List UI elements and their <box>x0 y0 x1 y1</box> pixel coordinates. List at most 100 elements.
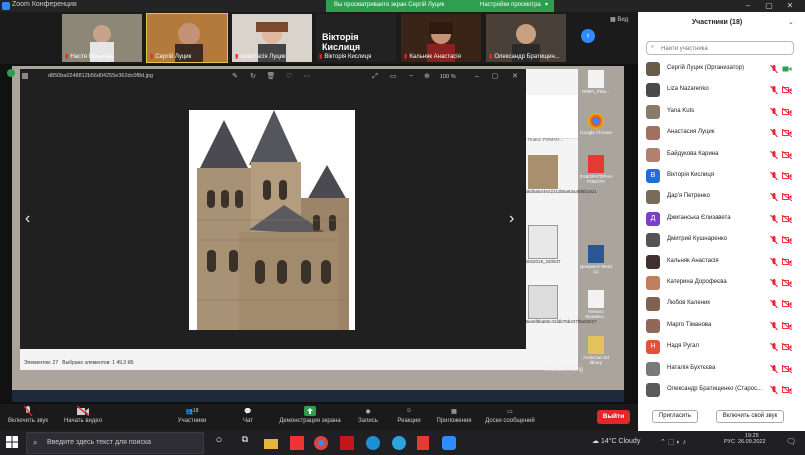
video-off-icon[interactable] <box>782 386 792 394</box>
mic-muted-icon[interactable] <box>770 235 778 245</box>
zoom-in-icon[interactable]: ⊕ <box>422 72 432 82</box>
fullscreen-icon[interactable]: ⤢ <box>370 72 380 82</box>
mic-muted-icon[interactable] <box>770 85 778 95</box>
video-off-icon[interactable] <box>782 343 792 352</box>
app-icon[interactable] <box>288 434 306 452</box>
video-off-icon[interactable] <box>782 214 792 223</box>
weather-widget[interactable]: ☁ 14°C Cloudy <box>592 437 640 445</box>
video-off-icon[interactable] <box>782 279 792 287</box>
acrobat-icon[interactable] <box>338 434 356 452</box>
notifications-icon[interactable]: 🗨 <box>786 437 796 446</box>
pdf-icon[interactable] <box>414 434 432 452</box>
unmute-button[interactable]: Включить звук <box>4 404 52 424</box>
video-off-icon[interactable] <box>782 86 792 95</box>
video-off-icon[interactable] <box>782 257 792 266</box>
zoom-app-icon[interactable] <box>440 434 458 452</box>
close-icon[interactable]: ✕ <box>780 0 800 12</box>
desktop-icon[interactable]: Документ Word (1) <box>578 245 614 274</box>
share-screen-button[interactable]: Демонстрация экрана <box>276 404 344 424</box>
participant-search-input[interactable] <box>661 43 781 54</box>
desktop-icon[interactable]: Начало Маковск... <box>578 290 614 319</box>
delete-icon[interactable]: 🗑 <box>266 72 276 82</box>
desktop-icon[interactable]: RMIFI_Files... <box>578 70 614 94</box>
video-thumbnail[interactable]: ▮ Настя Гуськова <box>62 14 142 62</box>
system-tray-icons[interactable]: ⌃ ⬚ ◐ ♪ <box>660 438 686 446</box>
apps-button[interactable]: ▦ Приложения <box>433 404 475 425</box>
video-off-icon[interactable] <box>782 107 792 116</box>
leave-button[interactable]: Выйти <box>597 410 630 424</box>
close-icon[interactable]: ✕ <box>510 72 520 82</box>
favorite-icon[interactable]: ♡ <box>284 72 294 82</box>
video-off-icon[interactable] <box>782 129 792 138</box>
zoom-out-icon[interactable]: − <box>406 72 416 82</box>
participant-row[interactable]: Yana Kuts <box>646 103 796 122</box>
desktop-icon[interactable]: ArchiCad old library <box>578 336 614 365</box>
windows-start-icon[interactable] <box>6 436 18 448</box>
widgets-icon[interactable]: ⧉ <box>236 434 254 452</box>
mic-muted-icon[interactable] <box>770 107 778 117</box>
slideshow-icon[interactable]: ▭ <box>388 72 398 82</box>
mic-muted-icon[interactable] <box>770 128 778 138</box>
video-thumbnail[interactable]: ▮ Кальняк Анастасія <box>401 14 481 62</box>
participant-row[interactable]: Сергій Луцик (Организатор) <box>646 60 796 79</box>
video-off-icon[interactable] <box>782 172 792 180</box>
participant-row[interactable]: Дар'я Петренко <box>646 188 796 207</box>
mic-muted-icon[interactable] <box>770 278 778 288</box>
taskbar-clock[interactable]: 19:25 26.09.2022 <box>738 433 766 445</box>
previous-photo-icon[interactable]: ‹ <box>25 210 30 228</box>
mic-muted-icon[interactable] <box>770 64 778 74</box>
view-options-button[interactable]: Настройки просмотра <box>480 2 541 8</box>
next-photo-icon[interactable]: › <box>509 210 514 228</box>
desktop-icon[interactable]: Google Chrome <box>578 113 614 135</box>
chat-button[interactable]: 💬 Чат <box>236 404 260 425</box>
minimize-icon[interactable]: – <box>472 72 482 82</box>
video-thumbnail-active[interactable]: ▮ Сергій Луцик <box>146 13 228 63</box>
explorer-search-input[interactable]: Поиск: РОМАН... <box>528 137 563 142</box>
video-off-icon[interactable] <box>782 300 792 309</box>
participant-row[interactable]: Н Надя Ругал <box>646 338 796 357</box>
file-item[interactable]: 0b63ba524e2221d55a63a48f6b1821 <box>523 155 597 194</box>
task-view-icon[interactable]: ○ <box>210 434 228 452</box>
edge-icon[interactable] <box>364 434 382 452</box>
mic-muted-icon[interactable] <box>770 364 778 374</box>
file-explorer-icon[interactable] <box>262 434 280 452</box>
chevron-down-icon[interactable]: ▾ <box>545 1 548 8</box>
mic-muted-icon[interactable] <box>770 321 778 331</box>
reactions-button[interactable]: ☺ Реакции <box>394 404 424 424</box>
mic-muted-icon[interactable] <box>770 257 778 267</box>
mic-muted-icon[interactable] <box>770 214 778 224</box>
video-thumbnail[interactable]: ▮ Анастасія Луцик <box>232 14 312 62</box>
chevron-down-icon[interactable]: ⌄ <box>788 18 794 26</box>
participant-row[interactable]: Кальняк Анастасія <box>646 253 796 272</box>
file-item[interactable]: 2022019_220047 <box>525 225 563 264</box>
participant-row[interactable]: Анастасия Луцик <box>646 124 796 143</box>
record-button[interactable]: ◉ Запись <box>354 404 382 425</box>
participant-row[interactable]: Наталія Бухтєєва <box>646 360 796 379</box>
video-off-icon[interactable] <box>782 193 792 202</box>
language-indicator[interactable]: РУС <box>724 439 735 445</box>
participant-row[interactable]: Любов Каленик <box>646 295 796 314</box>
mic-muted-icon[interactable] <box>770 385 778 395</box>
rotate-icon[interactable]: ↻ <box>248 72 258 82</box>
invite-button[interactable]: Пригласить <box>652 410 698 423</box>
desktop-icon[interactable]: ЛАБОРАТОРНА РОБОТА <box>578 155 614 184</box>
more-options-icon[interactable]: ⋯ <box>302 72 312 82</box>
mic-muted-icon[interactable] <box>770 192 778 202</box>
edit-icon[interactable]: ✎ <box>230 72 240 82</box>
video-thumbnail[interactable]: ▮ Олександр Братищен... <box>486 14 566 62</box>
participant-row[interactable]: В Вікторія Кислиця <box>646 167 796 186</box>
participants-button[interactable]: 👥 18 Участники <box>172 404 212 424</box>
mic-muted-icon[interactable] <box>770 150 778 160</box>
minimize-icon[interactable]: – <box>738 0 758 12</box>
participant-row[interactable]: Д Джиганська Єлизавета <box>646 210 796 229</box>
whiteboards-button[interactable]: ▭ Доски сообщений <box>480 404 540 425</box>
maximize-icon[interactable]: ▢ <box>490 72 500 82</box>
unmute-me-button[interactable]: Включить свой звук <box>716 410 784 423</box>
file-item[interactable]: 66a4ef5ba60c41fdb76b437f9a08227 <box>523 285 597 324</box>
mic-muted-icon[interactable] <box>770 342 778 352</box>
windows-search-box[interactable]: ⌕ Введите здесь текст для поиска <box>26 432 204 454</box>
view-button[interactable]: ▦ Вид <box>610 16 628 23</box>
participant-row[interactable]: Байдукова Карина <box>646 146 796 165</box>
start-video-button[interactable]: Начать видео <box>58 404 108 424</box>
telegram-icon[interactable] <box>390 434 408 452</box>
